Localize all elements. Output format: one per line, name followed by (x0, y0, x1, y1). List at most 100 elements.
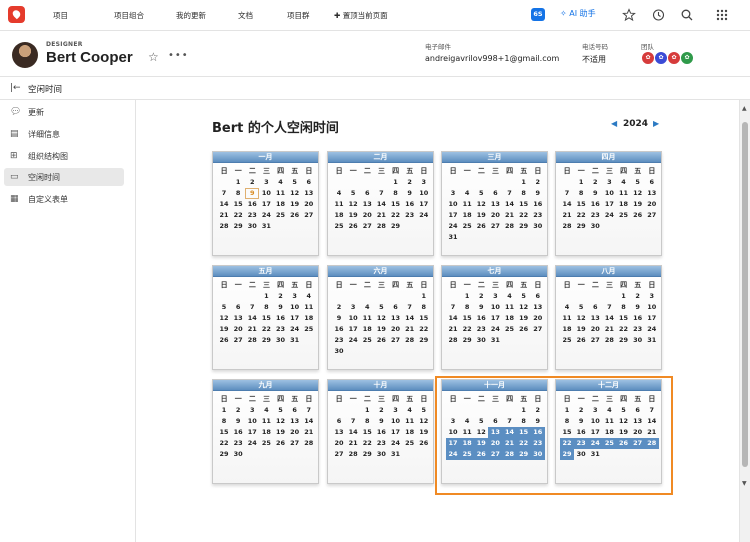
calendar-day[interactable]: 29 (217, 449, 231, 460)
calendar-day[interactable]: 18 (460, 210, 474, 221)
calendar-day[interactable]: 25 (403, 438, 417, 449)
calendar-day[interactable]: 13 (588, 313, 602, 324)
calendar-day[interactable]: 3 (259, 177, 273, 188)
calendar-day[interactable]: 9 (374, 416, 388, 427)
calendar-day[interactable]: 11 (360, 313, 374, 324)
calendar-day[interactable]: 12 (288, 188, 302, 199)
calendar-day[interactable]: 26 (631, 210, 645, 221)
calendar-day[interactable]: 15 (389, 199, 403, 210)
calendar-day[interactable]: 11 (302, 302, 316, 313)
calendar-day[interactable]: 28 (560, 221, 574, 232)
calendar-day[interactable]: 21 (374, 210, 388, 221)
calendar-day[interactable]: 26 (288, 210, 302, 221)
calendar-day[interactable]: 31 (389, 449, 403, 460)
calendar-day[interactable]: 16 (231, 427, 245, 438)
calendar-day[interactable]: 17 (645, 313, 659, 324)
calendar-day[interactable]: 8 (517, 188, 531, 199)
calendar-day[interactable]: 11 (560, 313, 574, 324)
calendar-day[interactable]: 7 (602, 302, 616, 313)
calendar-day[interactable]: 20 (389, 324, 403, 335)
calendar-day[interactable]: 17 (488, 313, 502, 324)
calendar-day[interactable]: 18 (302, 313, 316, 324)
calendar-day[interactable]: 20 (302, 199, 316, 210)
calendar-day[interactable]: 28 (403, 335, 417, 346)
calendar-day[interactable]: 28 (503, 221, 517, 232)
calendar-day[interactable]: 24 (602, 210, 616, 221)
calendar-day[interactable]: 7 (346, 416, 360, 427)
calendar-day[interactable]: 23 (588, 210, 602, 221)
calendar-day[interactable]: 19 (274, 427, 288, 438)
calendar-day[interactable]: 29 (517, 221, 531, 232)
calendar-day[interactable]: 24 (446, 221, 460, 232)
calendar-day[interactable]: 26 (574, 335, 588, 346)
calendar-day[interactable]: 19 (517, 313, 531, 324)
calendar-day[interactable]: 26 (417, 438, 431, 449)
calendar-day[interactable]: 16 (374, 427, 388, 438)
search-icon[interactable] (680, 8, 694, 22)
calendar-day[interactable]: 29 (617, 335, 631, 346)
calendar-day[interactable]: 15 (574, 199, 588, 210)
calendar-day[interactable]: 7 (217, 188, 231, 199)
calendar-day[interactable]: 13 (531, 302, 545, 313)
calendar-day[interactable]: 9 (403, 188, 417, 199)
calendar-day[interactable]: 7 (302, 405, 316, 416)
nav-programs[interactable]: 项目群 (287, 10, 310, 21)
team-avatar-icon[interactable]: ✿ (641, 51, 655, 65)
calendar-day[interactable]: 14 (346, 427, 360, 438)
calendar-day[interactable]: 7 (560, 188, 574, 199)
calendar-day[interactable]: 12 (574, 313, 588, 324)
app-badge[interactable]: 6S (531, 8, 545, 21)
calendar-day[interactable]: 13 (332, 427, 346, 438)
calendar-day[interactable]: 8 (389, 188, 403, 199)
calendar-day[interactable]: 15 (517, 199, 531, 210)
calendar-day[interactable]: 22 (360, 438, 374, 449)
history-icon[interactable] (651, 8, 665, 22)
calendar-day[interactable]: 9 (588, 188, 602, 199)
team-avatar-icon[interactable]: ✿ (680, 51, 694, 65)
calendar-day[interactable]: 30 (631, 335, 645, 346)
calendar-day[interactable]: 6 (645, 177, 659, 188)
calendar-day[interactable]: 31 (288, 335, 302, 346)
calendar-day[interactable]: 4 (560, 302, 574, 313)
calendar-day[interactable]: 15 (617, 313, 631, 324)
calendar-day[interactable]: 28 (217, 221, 231, 232)
calendar-day[interactable]: 8 (231, 188, 245, 199)
calendar-day[interactable]: 4 (302, 291, 316, 302)
calendar-day[interactable]: 28 (346, 449, 360, 460)
calendar-day[interactable]: 10 (645, 302, 659, 313)
scroll-thumb[interactable] (742, 122, 748, 467)
calendar-day[interactable]: 20 (645, 199, 659, 210)
nav-my-updates[interactable]: 我的更新 (176, 10, 206, 21)
calendar-day[interactable]: 3 (645, 291, 659, 302)
calendar-day[interactable]: 2 (531, 177, 545, 188)
calendar-day[interactable]: 15 (417, 313, 431, 324)
prev-year-icon[interactable]: ◀ (611, 119, 617, 128)
sidebar-item-time-off[interactable]: ▭ 空闲时间 (4, 168, 124, 186)
calendar-day[interactable]: 23 (374, 438, 388, 449)
calendar-day[interactable]: 9 (332, 313, 346, 324)
scroll-up-icon[interactable]: ▲ (742, 105, 747, 112)
favorite-star-icon[interactable]: ☆ (148, 50, 159, 64)
calendar-day[interactable]: 25 (560, 335, 574, 346)
calendar-day[interactable]: 25 (360, 335, 374, 346)
calendar-day[interactable]: 25 (302, 324, 316, 335)
calendar-day[interactable]: 12 (374, 313, 388, 324)
calendar-day[interactable]: 19 (217, 324, 231, 335)
calendar-day[interactable]: 2 (631, 291, 645, 302)
calendar-day[interactable]: 20 (288, 427, 302, 438)
calendar-day[interactable]: 21 (346, 438, 360, 449)
calendar-day[interactable]: 2 (474, 291, 488, 302)
team-avatar-icon[interactable]: ✿ (654, 51, 668, 65)
calendar-day[interactable]: 21 (403, 324, 417, 335)
calendar-day[interactable]: 12 (346, 199, 360, 210)
calendar-day[interactable]: 27 (332, 449, 346, 460)
calendar-day[interactable]: 15 (360, 427, 374, 438)
calendar-day[interactable]: 1 (389, 177, 403, 188)
calendar-day[interactable]: 24 (259, 210, 273, 221)
calendar-day[interactable]: 8 (617, 302, 631, 313)
calendar-day[interactable]: 15 (217, 427, 231, 438)
calendar-day[interactable]: 30 (474, 335, 488, 346)
calendar-day[interactable]: 30 (588, 221, 602, 232)
next-year-icon[interactable]: ▶ (653, 119, 659, 128)
calendar-day[interactable]: 26 (217, 335, 231, 346)
